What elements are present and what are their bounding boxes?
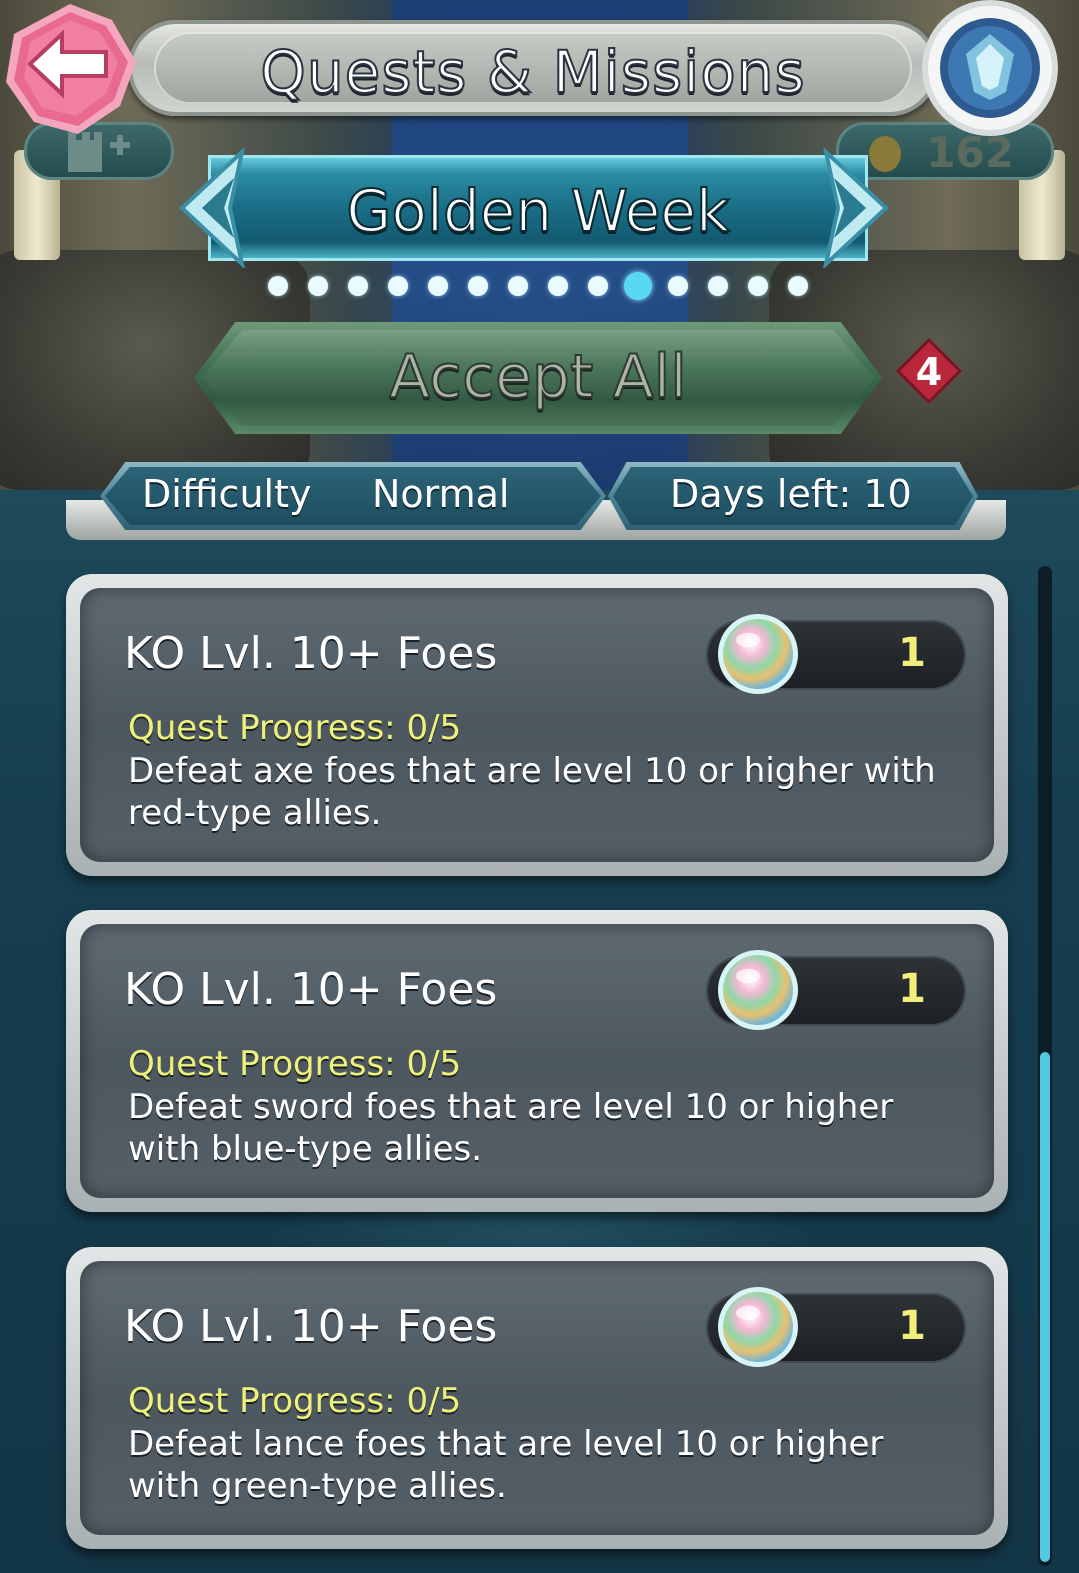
accept-count-badge: 4: [896, 338, 962, 404]
page-dot[interactable]: [548, 276, 568, 296]
difficulty-value: Normal: [372, 472, 510, 516]
difficulty-label: Difficulty: [142, 472, 312, 516]
back-button[interactable]: [0, 0, 140, 140]
quest-progress: Quest Progress: 0/5: [128, 708, 462, 748]
chevron-right-icon: [822, 146, 889, 270]
category-title: Golden Week: [345, 176, 730, 246]
quest-description: Defeat sword foes that are level 10 or h…: [128, 1087, 894, 1169]
page-dot[interactable]: [348, 276, 368, 296]
orb-icon: [718, 950, 798, 1030]
quest-card[interactable]: KO Lvl. 10+ Foes 1 Quest Progress: 0/5 D…: [66, 574, 1008, 876]
scrollbar-thumb[interactable]: [1040, 1052, 1050, 1562]
page-dot[interactable]: [268, 276, 288, 296]
category-page-indicator[interactable]: [268, 272, 828, 300]
quest-card[interactable]: KO Lvl. 10+ Foes 1 Quest Progress: 0/5 D…: [66, 1247, 1008, 1549]
quest-description: Defeat lance foes that are level 10 or h…: [128, 1424, 884, 1506]
page-dot[interactable]: [588, 276, 608, 296]
page-dot[interactable]: [508, 276, 528, 296]
accept-count: 4: [915, 350, 943, 394]
page-dot[interactable]: [668, 276, 688, 296]
page-dot[interactable]: [788, 276, 808, 296]
accept-all-button[interactable]: Accept All: [194, 322, 882, 434]
reward-quantity: 1: [898, 1303, 926, 1349]
quest-progress: Quest Progress: 0/5: [128, 1044, 462, 1084]
prev-category-button[interactable]: [172, 146, 262, 270]
reward-quantity: 1: [898, 630, 926, 676]
orb-icon: [718, 1287, 798, 1367]
page-dot[interactable]: [748, 276, 768, 296]
quest-progress: Quest Progress: 0/5: [128, 1381, 462, 1421]
quest-description: Defeat axe foes that are level 10 or hig…: [128, 751, 936, 833]
reward-quantity: 1: [898, 966, 926, 1012]
quests-screen: 162 Quests & Missions Golden Week Accept…: [0, 0, 1079, 1573]
title-bar: Quests & Missions: [128, 20, 938, 116]
page-dot[interactable]: [388, 276, 408, 296]
days-left: Days left: 10: [670, 472, 912, 516]
next-category-button[interactable]: [806, 146, 896, 270]
page-dot[interactable]: [708, 276, 728, 296]
quest-title: KO Lvl. 10+ Foes: [124, 964, 498, 1015]
quest-title: KO Lvl. 10+ Foes: [124, 628, 498, 679]
chevron-left-icon: [179, 146, 246, 270]
page-dot[interactable]: [308, 276, 328, 296]
my-nintendo-badge-icon: [922, 0, 1058, 136]
category-banner: Golden Week: [208, 155, 868, 261]
page-dot[interactable]: [428, 276, 448, 296]
page-dot[interactable]: [468, 276, 488, 296]
back-arrow-icon: [6, 4, 136, 134]
orb-icon: [718, 614, 798, 694]
quest-card[interactable]: KO Lvl. 10+ Foes 1 Quest Progress: 0/5 D…: [66, 910, 1008, 1212]
page-title: Quests & Missions: [259, 37, 806, 107]
quest-title: KO Lvl. 10+ Foes: [124, 1301, 498, 1352]
accept-all-label: Accept All: [388, 341, 688, 413]
page-dot-active[interactable]: [624, 272, 652, 300]
difficulty-selector[interactable]: Difficulty Normal: [100, 462, 606, 530]
my-nintendo-badge[interactable]: [914, 0, 1072, 140]
days-left-pill: Days left: 10: [608, 462, 978, 530]
